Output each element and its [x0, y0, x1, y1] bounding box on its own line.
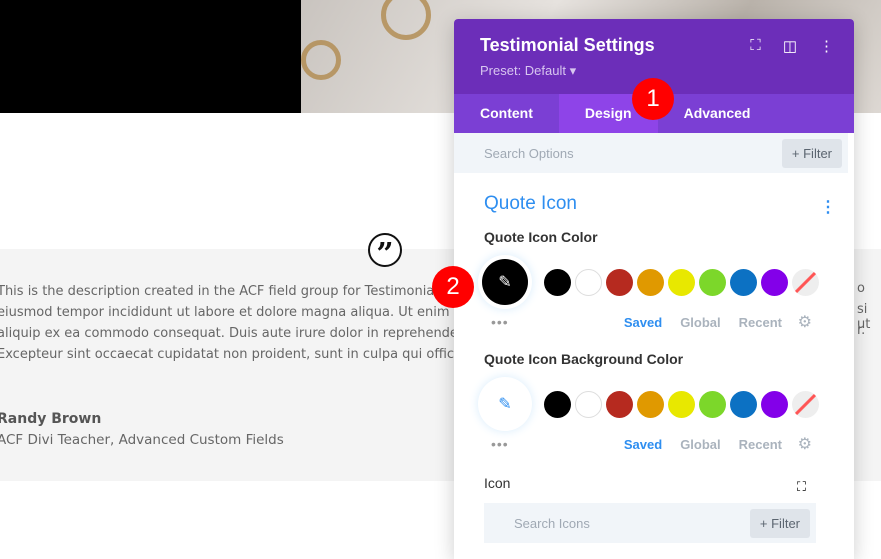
palette-global[interactable]: Global — [680, 315, 720, 330]
swatch-orange[interactable] — [637, 390, 664, 418]
more-colors-icon[interactable]: ••• — [491, 436, 509, 452]
section-menu-icon[interactable]: ⋮ — [820, 197, 836, 217]
swatch-white[interactable] — [575, 390, 602, 418]
swatch-red[interactable] — [606, 268, 633, 296]
more-colors-icon[interactable]: ••• — [491, 314, 509, 330]
palette-saved[interactable]: Saved — [624, 437, 662, 452]
section-title[interactable]: Quote Icon — [484, 193, 824, 215]
swatch-white[interactable] — [575, 268, 602, 296]
fullscreen-icon[interactable]: ⛶ — [797, 479, 806, 495]
swatch-orange[interactable] — [637, 268, 664, 296]
step-badge-1: 1 — [632, 78, 674, 120]
swatch-black[interactable] — [544, 268, 571, 296]
quote-icon-color-label: Quote Icon Color — [484, 229, 598, 245]
gear-icon[interactable]: ⚙ — [798, 434, 812, 454]
eyedropper-icon[interactable]: ✎ — [482, 259, 528, 305]
search-options-input[interactable]: Search Options + Filter — [454, 133, 848, 173]
swatch-black[interactable] — [544, 390, 571, 418]
icon-label: Icon — [484, 475, 511, 491]
preset-dropdown[interactable]: Preset: Default ▾ — [480, 63, 828, 79]
swatch-purple[interactable] — [761, 390, 788, 418]
tab-content[interactable]: Content — [454, 94, 559, 133]
swatch-blue[interactable] — [730, 390, 757, 418]
swatch-yellow[interactable] — [668, 390, 695, 418]
more-options-icon[interactable]: ⋮ — [819, 37, 834, 55]
hero-black-area — [0, 0, 301, 113]
palette-saved[interactable]: Saved — [624, 315, 662, 330]
swatch-green[interactable] — [699, 390, 726, 418]
quote-icon[interactable]: ” — [368, 233, 402, 272]
palette-recent[interactable]: Recent — [739, 437, 782, 452]
palette-global[interactable]: Global — [680, 437, 720, 452]
gear-icon[interactable]: ⚙ — [798, 312, 812, 332]
icon-filter-button[interactable]: + Filter — [749, 508, 810, 538]
search-icons-input[interactable]: Search Icons + Filter — [484, 503, 816, 543]
step-badge-2: 2 — [432, 266, 474, 308]
author-name: Randy Brown — [0, 411, 102, 427]
tab-advanced[interactable]: Advanced — [658, 94, 777, 133]
author-role: ACF Divi Teacher, Advanced Custom Fields — [0, 432, 284, 448]
swatch-purple[interactable] — [761, 268, 788, 296]
desc-overflow: r. — [857, 323, 866, 338]
desc-overflow: o — [857, 281, 865, 296]
swatch-yellow[interactable] — [668, 268, 695, 296]
fullscreen-icon[interactable]: ⛶ — [750, 37, 761, 55]
search-icons-placeholder: Search Icons — [514, 515, 590, 531]
swatch-green[interactable] — [699, 268, 726, 296]
quote-icon-color-picker: ✎ — [482, 259, 824, 305]
swatch-clear[interactable] — [792, 390, 819, 418]
quote-icon-bg-picker: ✎ — [482, 381, 824, 427]
swatch-clear[interactable] — [792, 268, 819, 296]
swatch-red[interactable] — [606, 390, 633, 418]
filter-button[interactable]: + Filter — [781, 138, 842, 168]
sidebar-layout-icon[interactable]: ◫ — [783, 37, 797, 55]
quote-icon-bg-label: Quote Icon Background Color — [484, 351, 684, 367]
search-placeholder: Search Options — [484, 145, 574, 161]
palette-recent[interactable]: Recent — [739, 315, 782, 330]
swatch-blue[interactable] — [730, 268, 757, 296]
eyedropper-icon[interactable]: ✎ — [482, 381, 528, 427]
